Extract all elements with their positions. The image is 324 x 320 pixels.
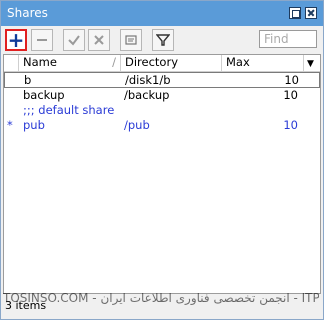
cell-sessions: 10	[284, 73, 299, 87]
column-resize-icon: /	[112, 55, 116, 69]
disable-button[interactable]	[88, 29, 110, 51]
watermark: TOSINSO.COM - انجمن تخصصی فناوری اطلاعات…	[3, 291, 319, 305]
row-comment: ;;; default share	[23, 103, 115, 117]
title-bar[interactable]: Shares	[1, 1, 323, 26]
cell-name: b	[24, 73, 32, 87]
remove-button[interactable]	[31, 29, 53, 51]
column-header-directory[interactable]: Directory	[120, 55, 221, 71]
find-input[interactable]: Find	[259, 30, 317, 48]
cell-name: backup	[23, 88, 65, 102]
close-icon[interactable]	[305, 7, 317, 19]
comment-row[interactable]: ;;; default share	[4, 103, 320, 119]
cell-directory: /disk1/b	[125, 73, 171, 87]
filter-button[interactable]	[152, 29, 174, 51]
shares-window: Shares + Find Name / Directory Max Sessio…	[0, 0, 324, 320]
comment-icon	[125, 35, 137, 45]
check-icon	[68, 35, 80, 46]
table-row[interactable]: backup /backup 10	[4, 88, 320, 104]
window-title: Shares	[7, 6, 48, 20]
table-row[interactable]: * pub /pub 10	[4, 118, 320, 134]
table-header: Name / Directory Max Sessions ▼	[4, 55, 320, 84]
table-row[interactable]: b /disk1/b 10	[4, 72, 320, 88]
column-menu-button[interactable]: ▼	[303, 55, 320, 71]
comment-button[interactable]	[120, 29, 142, 51]
cell-sessions: 10	[283, 118, 298, 132]
column-header-sessions[interactable]: Max Sessions	[221, 55, 303, 84]
toolbar: + Find	[1, 26, 323, 53]
row-flag: *	[7, 118, 13, 132]
cell-directory: /pub	[124, 118, 150, 132]
minus-icon	[37, 39, 47, 41]
cell-sessions: 10	[283, 88, 298, 102]
cell-name: pub	[23, 118, 45, 132]
column-header-name[interactable]: Name /	[18, 55, 120, 71]
enable-button[interactable]	[63, 29, 85, 51]
shares-table: Name / Directory Max Sessions ▼ b /disk1/…	[3, 54, 321, 294]
x-icon	[94, 35, 104, 45]
filter-icon	[156, 34, 170, 46]
column-label: Directory	[125, 55, 179, 69]
add-button[interactable]: +	[5, 29, 27, 51]
plus-icon: +	[7, 28, 25, 52]
chevron-down-icon: ▼	[307, 59, 314, 69]
restore-icon[interactable]	[289, 7, 301, 19]
column-label: Name	[23, 55, 57, 69]
cell-directory: /backup	[124, 88, 170, 102]
